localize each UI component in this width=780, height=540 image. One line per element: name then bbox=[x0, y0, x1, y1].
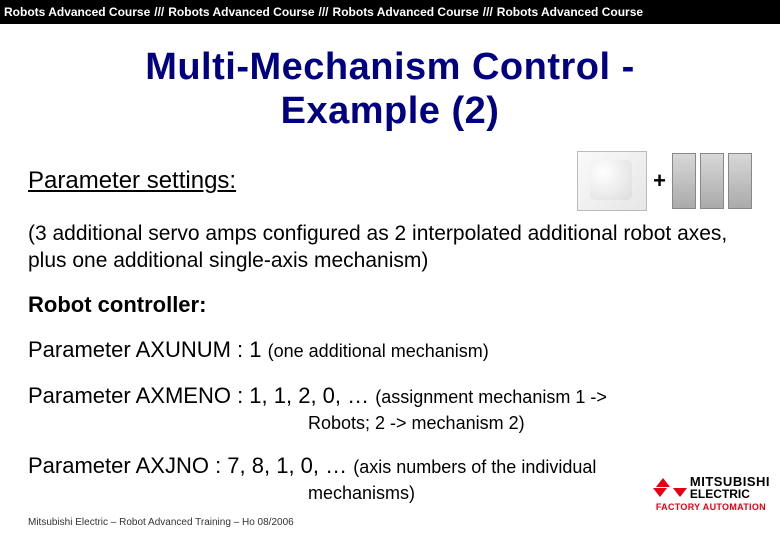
footer-credit: Mitsubishi Electric – Robot Advanced Tra… bbox=[28, 517, 294, 528]
section-heading: Parameter settings: bbox=[28, 167, 236, 195]
header-bar: Robots Advanced Course /// Robots Advanc… bbox=[0, 0, 780, 24]
header-text-2: Robots Advanced Course bbox=[168, 5, 314, 19]
header-text-4: Robots Advanced Course bbox=[497, 5, 643, 19]
servo-amp-images bbox=[672, 153, 752, 209]
param-axunum-label: Parameter AXUNUM : 1 bbox=[28, 337, 268, 362]
param-axjno: Parameter AXJNO : 7, 8, 1, 0, … (axis nu… bbox=[28, 452, 752, 481]
param-axunum-note: (one additional mechanism) bbox=[268, 341, 489, 361]
mitsubishi-diamonds-icon bbox=[656, 478, 684, 497]
controller-heading: Robot controller: bbox=[28, 292, 752, 318]
title-line-1: Multi-Mechanism Control - bbox=[145, 46, 635, 88]
plus-icon: + bbox=[653, 168, 666, 194]
illustration-group: + bbox=[577, 151, 752, 211]
header-sep-2: /// bbox=[319, 5, 329, 19]
param-axmeno-note1: (assignment mechanism 1 -> bbox=[375, 387, 607, 407]
param-axmeno: Parameter AXMENO : 1, 1, 2, 0, … (assign… bbox=[28, 382, 752, 411]
param-axunum: Parameter AXUNUM : 1 (one additional mec… bbox=[28, 336, 752, 365]
servo-amp-image bbox=[672, 153, 696, 209]
slide-title: Multi-Mechanism Control - Example (2) bbox=[0, 46, 780, 133]
servo-amp-image bbox=[700, 153, 724, 209]
param-axmeno-note2: Robots; 2 -> mechanism 2) bbox=[308, 413, 752, 434]
param-axmeno-label: Parameter AXMENO : 1, 1, 2, 0, … bbox=[28, 383, 375, 408]
logo-text: MITSUBISHI ELECTRIC bbox=[690, 475, 770, 500]
param-axjno-note1: (axis numbers of the individual bbox=[353, 457, 596, 477]
mitsubishi-logo: MITSUBISHI ELECTRIC FACTORY AUTOMATION bbox=[656, 475, 770, 512]
param-axjno-label: Parameter AXJNO : 7, 8, 1, 0, … bbox=[28, 453, 353, 478]
title-line-2: Example (2) bbox=[281, 90, 500, 132]
header-sep-3: /// bbox=[483, 5, 493, 19]
header-text-3: Robots Advanced Course bbox=[333, 5, 479, 19]
logo-company: ELECTRIC bbox=[690, 488, 770, 500]
logo-subline: FACTORY AUTOMATION bbox=[656, 502, 770, 512]
robot-arm-image bbox=[577, 151, 647, 211]
header-text-1: Robots Advanced Course bbox=[4, 5, 150, 19]
servo-amp-image bbox=[728, 153, 752, 209]
config-description: (3 additional servo amps configured as 2… bbox=[28, 221, 752, 274]
header-sep-1: /// bbox=[154, 5, 164, 19]
